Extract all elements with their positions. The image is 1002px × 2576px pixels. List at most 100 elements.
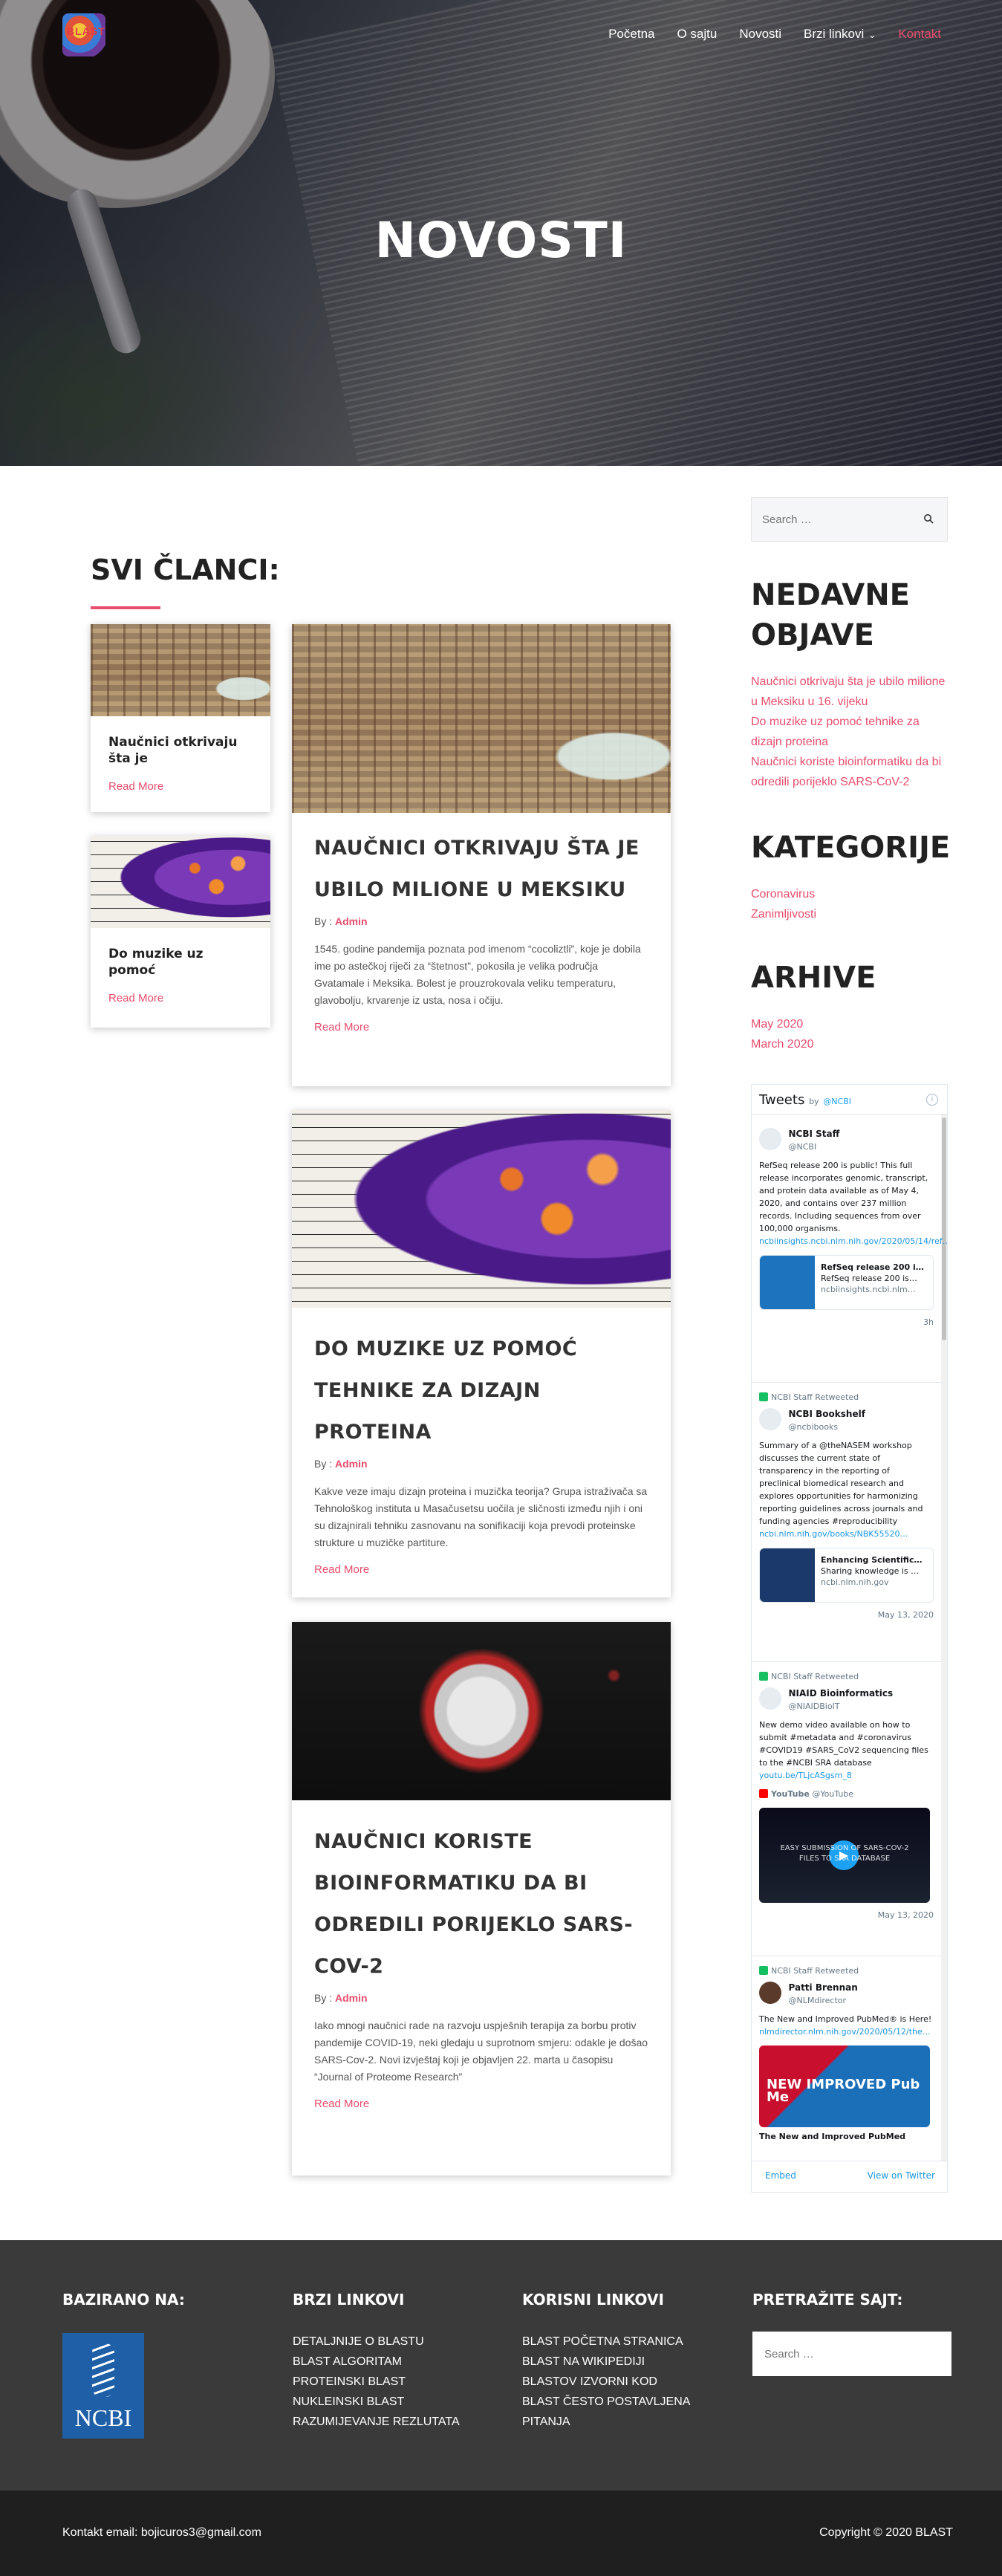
avatar[interactable] [759, 1982, 781, 2004]
footer-link[interactable]: NUKLEINSKI BLAST [293, 2392, 486, 2412]
article-excerpt: Iako mnogi naučnici rade na razvoju uspj… [314, 2019, 648, 2083]
footer-link[interactable]: BLASTOV IZVORNI KOD [522, 2372, 700, 2392]
tweet[interactable]: NCBI Staff Retweeted NCBI Bookshelf @ncb… [759, 1391, 934, 1621]
article-image[interactable] [292, 1110, 671, 1308]
avatar[interactable] [759, 1128, 781, 1150]
tweet-handle[interactable]: @NCBI [789, 1141, 840, 1153]
footer-link[interactable]: RAZUMIJEVANJE REZLUTATA [293, 2412, 486, 2432]
tweet-handle[interactable]: @ncbibooks [789, 1421, 865, 1433]
post-title[interactable]: Naučnici otkrivaju šta je [91, 734, 270, 767]
tweet-author[interactable]: NIAID Bioinformatics [789, 1687, 894, 1700]
nav-item-pocetna[interactable]: Početna [608, 27, 654, 42]
retweet-icon [759, 1392, 768, 1401]
article-title[interactable]: DO MUZIKE UZ POMOĆ TEHNIKE ZA DIZAJN PRO… [292, 1328, 671, 1453]
avatar[interactable] [759, 1687, 781, 1710]
tweet-date[interactable]: May 13, 2020 [759, 1609, 934, 1621]
tweet-link[interactable]: ncbiinsights.ncbi.nlm.nih.gov/2020/05/14… [759, 1235, 947, 1248]
embed-link[interactable]: Embed [765, 2170, 796, 2183]
tweet-author[interactable]: NCBI Bookshelf [789, 1408, 865, 1421]
link-preview-image[interactable]: NEW IMPROVED Pub Me [759, 2045, 930, 2127]
footer-link[interactable]: BLAST ČESTO POSTAVLJENA PITANJA [522, 2392, 700, 2432]
main-nav: Početna O sajtu Novosti Brzi linkovi ⌄ Ko… [608, 27, 941, 42]
youtube-name[interactable]: YouTube [771, 1789, 810, 1799]
author-link[interactable]: Admin [335, 915, 368, 927]
footer-link[interactable]: BLAST POČETNA STRANICA [522, 2332, 700, 2352]
read-more-link[interactable]: Read More [292, 2098, 671, 2110]
footer-search-input[interactable] [752, 2332, 951, 2376]
read-more-link[interactable]: Read More [292, 1563, 671, 1576]
video-player[interactable]: ▶ EASY SUBMISSION OF SARS-COV-2 FILES TO… [759, 1808, 930, 1903]
recent-post-link[interactable]: Naučnici koriste bioinformatiku da bi od… [751, 752, 951, 792]
tweet-author[interactable]: NCBI Staff [789, 1128, 840, 1141]
tweet[interactable]: NCBI Staff Retweeted Patti Brennan @NLMd… [759, 1965, 934, 2143]
article-image[interactable] [292, 1622, 671, 1800]
tweet[interactable]: NCBI Staff Retweeted NIAID Bioinformatic… [759, 1670, 934, 1921]
archive-link[interactable]: May 2020 [751, 1014, 814, 1034]
site-logo[interactable]: BLAST [62, 13, 105, 56]
read-more-link[interactable]: Read More [91, 992, 270, 1005]
tweet-date[interactable]: 3h [759, 1316, 934, 1328]
tweet-date[interactable]: May 13, 2020 [759, 1909, 934, 1921]
category-link[interactable]: Zanimljivosti [751, 904, 816, 924]
read-more-link[interactable]: Read More [292, 1021, 671, 1034]
category-link[interactable]: Coronavirus [751, 884, 816, 904]
archive-link[interactable]: March 2020 [751, 1034, 814, 1054]
post-title[interactable]: Do muzike uz pomoć [91, 946, 270, 979]
author-link[interactable]: Admin [335, 1992, 368, 2004]
tweet-handle[interactable]: @NLMdirector [789, 1994, 858, 2007]
tweet-author[interactable]: Patti Brennan [789, 1982, 858, 1994]
article-byline: By : Admin [292, 915, 671, 927]
search-icon[interactable] [923, 513, 934, 524]
post-thumbnail[interactable] [91, 624, 270, 716]
small-post-card[interactable]: Naučnici otkrivaju šta je Read More [91, 624, 270, 812]
search-input[interactable] [752, 498, 908, 541]
post-thumbnail[interactable] [91, 836, 270, 928]
footer-link[interactable]: BLAST ALGORITAM [293, 2352, 486, 2372]
nav-item-o-sajtu[interactable]: O sajtu [677, 27, 717, 42]
article-card: NAUČNICI KORISTE BIOINFORMATIKU DA BI OD… [292, 1622, 671, 2176]
author-link[interactable]: Admin [335, 1458, 368, 1470]
youtube-handle[interactable]: @YouTube [812, 1789, 853, 1799]
twitter-header: Tweets by @NCBI [752, 1085, 947, 1115]
footer-link[interactable]: DETALJNIJE O BLASTU [293, 2332, 486, 2352]
article-image[interactable] [292, 624, 671, 813]
read-more-link[interactable]: Read More [91, 780, 270, 793]
recent-post-link[interactable]: Do muzike uz pomoć tehnike za dizajn pro… [751, 712, 951, 752]
tweet-link[interactable]: nlmdirector.nlm.nih.gov/2020/05/12/the… [759, 2025, 934, 2038]
retweet-icon [759, 1672, 768, 1681]
tweet-link[interactable]: ncbi.nlm.nih.gov/books/NBK55520… [759, 1528, 934, 1540]
link-preview-card[interactable]: Enhancing Scientific… Sharing knowledge i… [759, 1548, 934, 1603]
article-title[interactable]: NAUČNICI KORISTE BIOINFORMATIKU DA BI OD… [292, 1821, 671, 1988]
preview-caption: NEW IMPROVED Pub Me [767, 2077, 920, 2105]
info-icon[interactable]: i [926, 1094, 938, 1106]
article-title[interactable]: NAUČNICI OTKRIVAJU ŠTA JE UBILO MILIONE … [292, 828, 671, 911]
avatar[interactable] [759, 1408, 781, 1430]
book-cover-image [760, 1548, 815, 1602]
tweet[interactable]: NCBI Staff @NCBI RefSeq release 200 is p… [759, 1128, 947, 1328]
footer-link[interactable]: BLAST NA WIKIPEDIJI [522, 2352, 700, 2372]
retweet-text: NCBI Staff Retweeted [771, 1966, 859, 1976]
link-preview-card[interactable]: RefSeq release 200 i… RefSeq release 200 … [759, 1255, 934, 1310]
scrollbar-thumb[interactable] [942, 1117, 946, 1340]
tweet-handle[interactable]: @NIAIDBioIT [789, 1700, 894, 1713]
ncbi-logo[interactable]: NCBI [62, 2333, 144, 2439]
footer-search [752, 2332, 951, 2376]
article-byline: By : Admin [292, 1458, 671, 1470]
nav-item-brzi-linkovi[interactable]: Brzi linkovi ⌄ [804, 27, 876, 42]
footer-link[interactable]: PROTEINSKI BLAST [293, 2372, 486, 2392]
view-on-twitter-link[interactable]: View on Twitter [868, 2170, 935, 2183]
twitter-footer: Embed View on Twitter [752, 2161, 947, 2192]
twitter-handle-link[interactable]: @NCBI [823, 1097, 851, 1106]
categories-list: Coronavirus Zanimljivosti [751, 884, 816, 924]
twitter-timeline[interactable]: Tweets by @NCBI i NCBI Staff @NCBI RefSe… [751, 1084, 948, 2193]
nav-item-label: Brzi linkovi [804, 27, 865, 41]
card-description: RefSeq release 200 is… [821, 1274, 917, 1283]
tweet-text: The New and Improved PubMed® is Here! [759, 2014, 932, 2024]
nav-item-novosti[interactable]: Novosti [739, 27, 781, 42]
article-byline: By : Admin [292, 1992, 671, 2004]
tweet-link[interactable]: youtu.be/TLjcASgsm_8 [759, 1769, 934, 1782]
recent-post-link[interactable]: Naučnici otkrivaju šta je ubilo milione … [751, 672, 951, 712]
small-post-card[interactable]: Do muzike uz pomoć Read More [91, 836, 270, 1028]
contact-email[interactable]: Kontakt email: bojicuros3@gmail.com [62, 2526, 261, 2540]
nav-item-kontakt[interactable]: Kontakt [898, 27, 941, 42]
